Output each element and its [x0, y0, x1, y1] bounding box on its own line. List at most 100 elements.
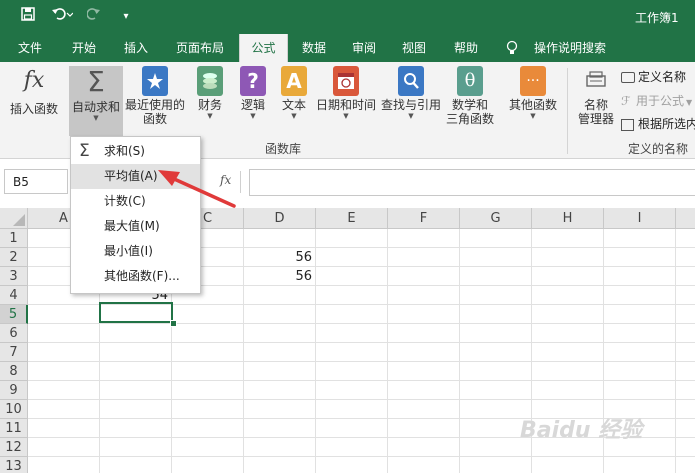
menu-item-label: 求和(S) — [104, 144, 145, 158]
use-in-formula-label: 用于公式 — [636, 94, 685, 108]
insert-function-button[interactable]: fx 插入函数 — [6, 66, 62, 136]
chevron-down-icon: ▼ — [686, 98, 693, 107]
logical-button[interactable]: ? 逻辑 ▼ — [237, 66, 269, 136]
fx-icon: fx — [23, 68, 45, 93]
undo-icon[interactable] — [48, 7, 76, 27]
menu-item-min[interactable]: 最小值(I) — [71, 239, 200, 264]
formula-input[interactable] — [249, 169, 695, 196]
name-manager-button[interactable]: 名称 管理器 — [574, 66, 618, 136]
select-all-corner[interactable] — [0, 208, 28, 229]
magnifier-icon — [398, 66, 424, 96]
row-header[interactable]: 8 — [0, 362, 28, 381]
more-functions-button[interactable]: ··· 其他函数 ▼ — [506, 66, 560, 136]
red-arrow-annotation — [158, 170, 236, 208]
grid-line — [28, 323, 695, 324]
tab-file[interactable]: 文件 — [8, 34, 52, 62]
cell-d3[interactable]: 56 — [244, 267, 316, 286]
chevron-down-icon: ▼ — [530, 112, 536, 120]
grid-line — [28, 399, 695, 400]
chevron-down-icon: ▼ — [207, 112, 213, 120]
recently-used-label-1: 最近使用的 — [125, 98, 186, 112]
row-header[interactable]: 5 — [0, 305, 28, 324]
menu-item-label: 最小值(I) — [104, 244, 153, 258]
row-header[interactable]: 11 — [0, 419, 28, 438]
table-icon — [621, 118, 634, 131]
calendar-clock-icon — [333, 66, 359, 96]
fill-handle[interactable] — [170, 320, 177, 327]
column-header[interactable]: H — [532, 208, 604, 229]
text-button[interactable]: A 文本 ▼ — [278, 66, 310, 136]
menu-item-label: 计数(C) — [104, 194, 146, 208]
divider — [240, 171, 241, 193]
row-header[interactable]: 6 — [0, 324, 28, 343]
column-header[interactable]: E — [316, 208, 388, 229]
column-header[interactable]: D — [244, 208, 316, 229]
text-a-icon: A — [281, 66, 307, 96]
group-label-defined-names: 定义的名称 — [628, 142, 689, 156]
row-header[interactable]: 10 — [0, 400, 28, 419]
column-header[interactable]: G — [460, 208, 532, 229]
datetime-button[interactable]: 日期和时间 ▼ — [315, 66, 377, 136]
theta-icon: θ — [457, 66, 483, 96]
row-header[interactable]: 7 — [0, 343, 28, 362]
math-trig-label-2: 三角函数 — [445, 112, 494, 126]
more-dots-icon: ··· — [520, 66, 546, 96]
insert-function-label: 插入函数 — [9, 102, 58, 116]
column-header[interactable]: F — [388, 208, 460, 229]
tab-home[interactable]: 开始 — [62, 34, 106, 62]
tab-review[interactable]: 审阅 — [342, 34, 386, 62]
menu-item-label: 其他函数(F)... — [104, 269, 180, 283]
save-icon[interactable] — [18, 7, 38, 27]
cell-d2[interactable]: 56 — [244, 248, 316, 267]
group-label-function-library: 函数库 — [265, 142, 302, 156]
grid-line — [28, 342, 695, 343]
tab-help[interactable]: 帮助 — [444, 34, 488, 62]
grid-line — [28, 456, 695, 457]
ribbon-tabs: 文件 开始 插入 页面布局 公式 数据 审阅 视图 帮助 操作说明搜索 — [0, 34, 695, 62]
row-header[interactable]: 3 — [0, 267, 28, 286]
lookup-reference-button[interactable]: 查找与引用 ▼ — [380, 66, 442, 136]
tab-insert[interactable]: 插入 — [114, 34, 158, 62]
tell-me-search[interactable]: 操作说明搜索 — [528, 34, 612, 62]
customize-qat-icon[interactable]: ▾ — [118, 7, 134, 27]
recently-used-label-2: 函数 — [142, 112, 167, 126]
coins-icon — [197, 66, 223, 96]
math-trig-button[interactable]: θ 数学和 三角函数 — [444, 66, 496, 136]
chevron-down-icon: ▼ — [291, 112, 297, 120]
sigma-icon: Σ — [87, 65, 105, 98]
row-header[interactable]: 1 — [0, 229, 28, 248]
tab-data[interactable]: 数据 — [292, 34, 336, 62]
logical-label: 逻辑 — [240, 98, 265, 112]
create-from-selection-button[interactable]: 根据所选内 — [621, 115, 695, 133]
tab-formulas[interactable]: 公式 — [239, 34, 288, 62]
formula-icon: ℱ — [621, 94, 631, 108]
tab-view[interactable]: 视图 — [392, 34, 436, 62]
row-header[interactable]: 13 — [0, 457, 28, 473]
name-manager-label-2: 管理器 — [577, 112, 614, 126]
autosum-button[interactable]: Σ 自动求和 ▼ — [69, 66, 123, 136]
use-in-formula-button[interactable]: ℱ 用于公式 ▼ — [621, 92, 692, 110]
row-header[interactable]: 4 — [0, 286, 28, 305]
define-name-button[interactable]: 定义名称 — [621, 68, 686, 86]
tab-page-layout[interactable]: 页面布局 — [170, 34, 230, 62]
math-trig-label-1: 数学和 — [451, 98, 488, 112]
autosum-label: 自动求和 — [71, 100, 120, 114]
redo-icon[interactable] — [84, 7, 112, 27]
column-header[interactable] — [676, 208, 695, 229]
column-header[interactable]: I — [604, 208, 676, 229]
document-title: 工作簿1 — [635, 11, 679, 25]
recently-used-button[interactable]: 最近使用的 函数 — [125, 66, 185, 136]
row-header[interactable]: 9 — [0, 381, 28, 400]
financial-button[interactable]: 财务 ▼ — [192, 66, 228, 136]
active-cell-b5[interactable] — [99, 302, 173, 323]
chevron-down-icon: ▼ — [343, 112, 349, 120]
sigma-icon: Σ — [79, 141, 90, 161]
row-header[interactable]: 2 — [0, 248, 28, 267]
menu-item-more-functions[interactable]: 其他函数(F)... — [71, 264, 200, 289]
chevron-down-icon: ▼ — [250, 112, 256, 120]
name-manager-icon — [583, 66, 609, 96]
text-label: 文本 — [281, 98, 306, 112]
row-header[interactable]: 12 — [0, 438, 28, 457]
define-name-label: 定义名称 — [638, 70, 687, 84]
name-box[interactable]: B5 — [4, 169, 68, 194]
